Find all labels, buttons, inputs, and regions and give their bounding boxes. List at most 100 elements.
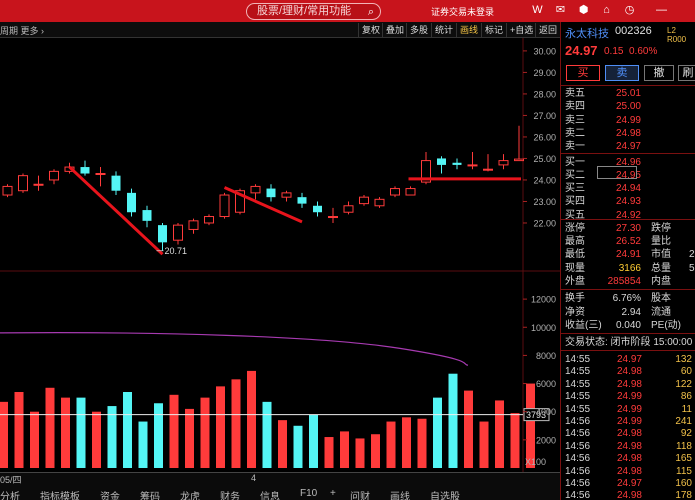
date-label-mid: 4 [251, 473, 257, 483]
fundamental-label-secondary: 股本 [651, 293, 671, 304]
candle-body [111, 175, 121, 191]
tab-add[interactable]: + [330, 488, 336, 499]
tab-wencai[interactable]: 问财 [350, 488, 370, 500]
cancel-order-button[interactable]: 撤 [644, 65, 674, 81]
ask-level[interactable]: 卖二 24.98 [561, 127, 695, 140]
volume-bar [247, 370, 256, 468]
bid-level[interactable]: 买四 24.93 [561, 195, 695, 208]
kline-chart[interactable]: 3793 30.00 29.00 28.00 27.00 26.00 25.00 24.00… [0, 38, 560, 472]
stat-label: 最低 [565, 249, 585, 261]
tick-price: 24.99 [616, 391, 642, 403]
minimize-icon[interactable]: — [655, 4, 668, 17]
candle-body [359, 196, 369, 205]
draw-line-button[interactable]: 画线 [456, 23, 481, 37]
ask-level[interactable]: 卖三 24.99 [561, 114, 695, 127]
tab-chips[interactable]: 筹码 [140, 488, 160, 500]
tick-row[interactable]: 14:55 24.99 86 [561, 390, 695, 403]
candle-body [498, 160, 509, 166]
tick-row[interactable]: 14:55 24.98 122 [561, 378, 695, 391]
mark-button[interactable]: 标记 [481, 23, 506, 37]
tick-row[interactable]: 14:55 24.99 11 [561, 403, 695, 416]
stat-value: 27.30 [615, 223, 641, 234]
tab-funds[interactable]: 资金 [100, 488, 120, 500]
tick-row[interactable]: 14:56 24.98 92 [561, 427, 695, 440]
back-button[interactable]: 返回 [535, 23, 560, 37]
tick-row[interactable]: 14:56 24.99 241 [561, 415, 695, 428]
tick-volume: 92 [680, 428, 692, 440]
search-icon[interactable]: ⌕ [368, 5, 374, 20]
tick-row[interactable]: 14:55 24.98 60 [561, 365, 695, 378]
sell-button[interactable]: 卖 [605, 65, 639, 81]
volume-bar [154, 403, 163, 468]
level2-badge[interactable]: L2 R000 [667, 26, 695, 44]
tab-info[interactable]: 信息 [260, 488, 280, 500]
tab-watchlist[interactable]: 自选股 [430, 488, 460, 500]
shirt-icon[interactable]: ⌂ [600, 4, 613, 17]
tick-volume: 115 [676, 465, 692, 477]
price-tick-label: 27.00 [533, 111, 556, 121]
mail-icon[interactable]: ✉ [554, 4, 567, 17]
stat-label-secondary: 跌停 [651, 223, 671, 234]
tick-time: 14:56 [565, 416, 591, 427]
refresh-button[interactable]: 刷 [678, 65, 695, 81]
level-label: 买三 [565, 183, 585, 195]
price-tick-label: 23.00 [533, 197, 556, 207]
cycle-selector[interactable]: 周期 更多 › [0, 24, 44, 37]
divider [561, 289, 695, 290]
tick-price: 24.98 [616, 465, 642, 477]
candle-body [437, 158, 446, 165]
price-tick-label: 26.00 [533, 132, 556, 142]
volume-tick-label: 8000 [536, 351, 556, 361]
login-status[interactable]: 证券交易未登录 [431, 5, 494, 18]
level-label: 卖四 [565, 101, 585, 113]
tab-draw[interactable]: 画线 [390, 488, 410, 500]
bid-level[interactable]: 买三 24.94 [561, 182, 695, 195]
tab-f10[interactable]: F10 [300, 488, 317, 499]
tab-analysis[interactable]: 分析 [0, 488, 20, 500]
tab-dragon-tiger[interactable]: 龙虎 [180, 488, 200, 500]
tick-time: 14:55 [565, 354, 591, 365]
cube-icon[interactable]: ⬢ [577, 4, 590, 17]
candle-body [483, 168, 493, 171]
tick-row[interactable]: 14:56 24.98 165 [561, 452, 695, 465]
volume-bar [371, 434, 380, 468]
tick-time: 14:56 [565, 478, 591, 489]
restore-rights-button[interactable]: 复权 [358, 23, 383, 37]
volume-bar [464, 390, 473, 468]
buy-button[interactable]: 买 [566, 65, 600, 81]
tick-time: 14:55 [565, 403, 591, 415]
tab-finance[interactable]: 财务 [220, 488, 240, 500]
volume-tick-label: 4000 [536, 407, 556, 417]
kline-svg[interactable]: 3793 30.0029.0028.0027.0026.0025.0024.00… [0, 38, 560, 472]
multi-stock-button[interactable]: 多股 [406, 23, 431, 37]
volume-moving-average [0, 332, 469, 366]
overlay-button[interactable]: 叠加 [382, 23, 407, 37]
clock-icon[interactable]: ◷ [623, 4, 636, 17]
volume-bar [92, 411, 101, 468]
volume-bar [0, 401, 8, 468]
tick-row[interactable]: 14:56 24.98 118 [561, 440, 695, 453]
price-tick-label: 22.00 [533, 218, 556, 228]
volume-bar [262, 401, 272, 468]
stock-name[interactable]: 永太科技 [565, 25, 609, 41]
statistics-button[interactable]: 统计 [431, 23, 456, 37]
tab-indicator-template[interactable]: 指标模板 [40, 488, 80, 500]
volume-bar [433, 397, 442, 468]
tick-row[interactable]: 14:56 24.97 160 [561, 477, 695, 490]
candle-body [49, 170, 59, 181]
wps-icon[interactable]: W [531, 4, 544, 17]
fundamental-label-secondary: 流通 [651, 306, 671, 318]
search-input[interactable]: 股票/理财/常用功能 ⌕ [246, 3, 381, 20]
tick-row[interactable]: 14:56 24.98 115 [561, 465, 695, 478]
tick-row[interactable]: 14:55 24.97 132 [561, 353, 695, 366]
ask-level[interactable]: 卖四 25.00 [561, 100, 695, 113]
tick-row[interactable]: 14:56 24.98 178 [561, 489, 695, 500]
ask-level[interactable]: 卖一 24.97 [561, 140, 695, 153]
level-price: 25.01 [615, 88, 641, 99]
ask-level[interactable]: 卖五 25.01 [561, 87, 695, 100]
tick-volume: 11 [681, 403, 692, 415]
tick-price: 24.97 [616, 354, 642, 365]
tick-price: 24.99 [616, 416, 642, 427]
price-tick-label: 30.00 [533, 46, 556, 56]
add-watchlist-button[interactable]: +自选 [506, 23, 536, 37]
